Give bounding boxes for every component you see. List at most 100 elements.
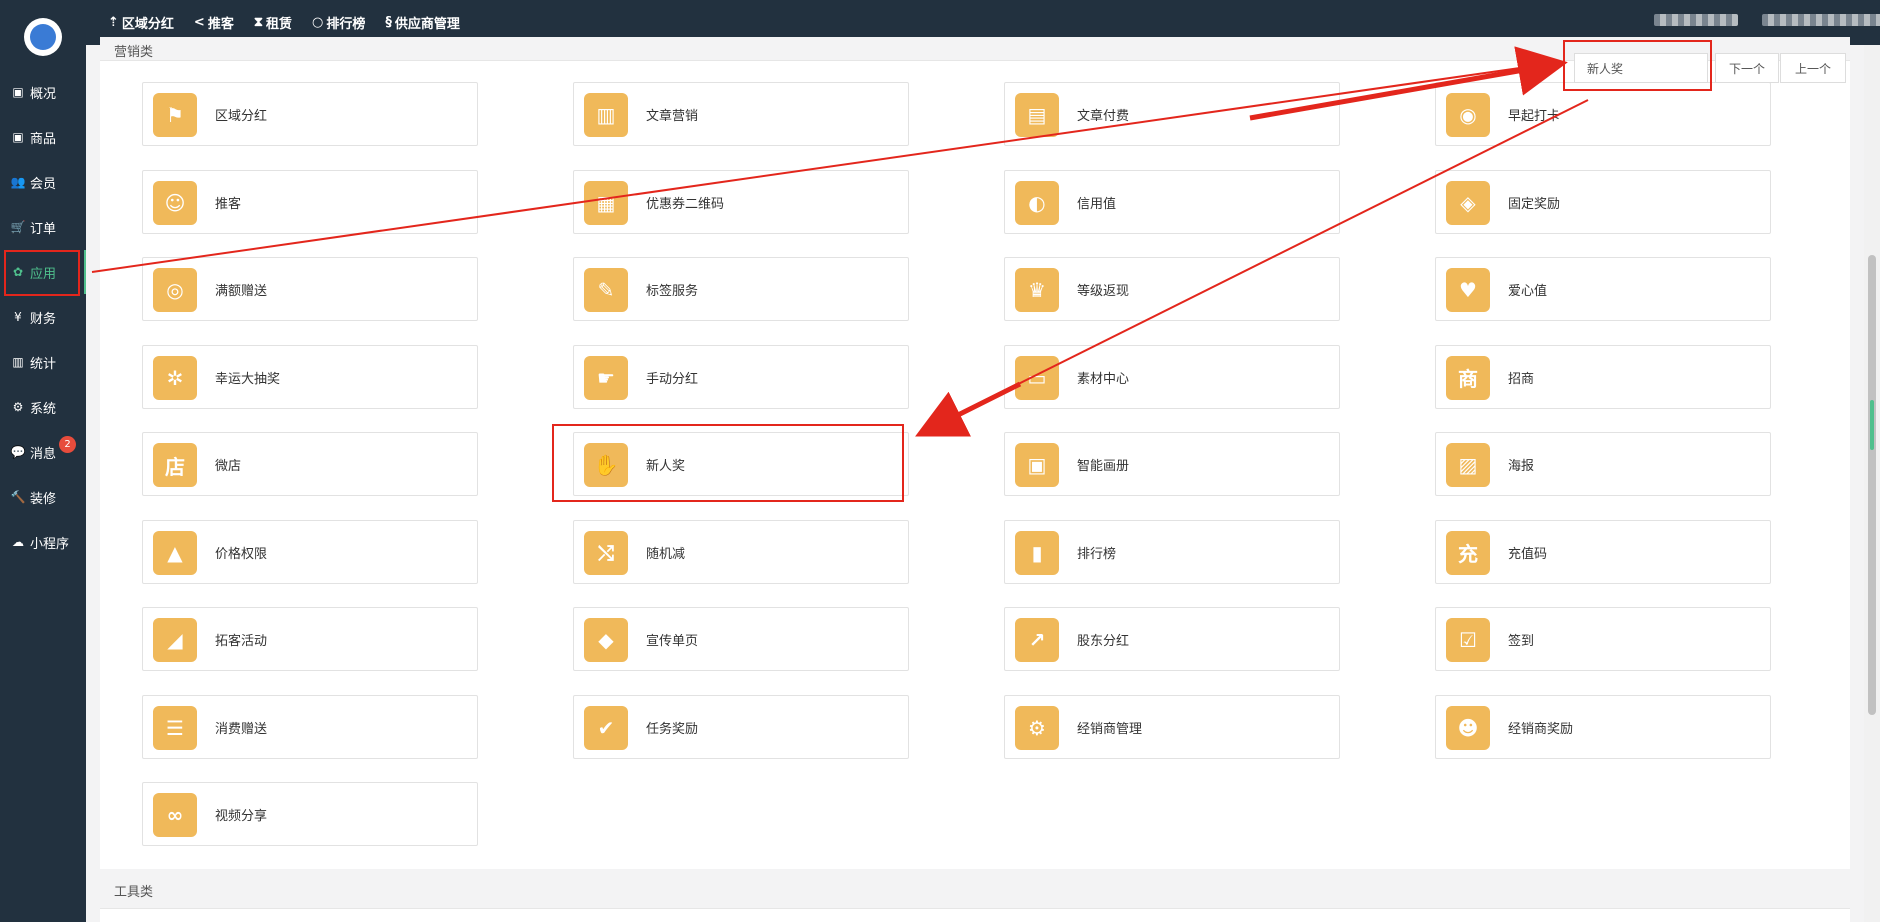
sidebar-item[interactable]: ▣ 商品 — [0, 117, 86, 157]
app-icon: ✔ — [584, 705, 628, 750]
logo[interactable] — [24, 18, 62, 56]
app-card[interactable]: 充 充值码 — [1435, 519, 1771, 584]
top-nav-label: 推客 — [207, 17, 234, 32]
app-label: 排行榜 — [1077, 546, 1117, 562]
sidebar: ▣ 概况 ▣ 商品 👥 会员 🛒 订单 ✿ 应用 ¥ 财务 ▥ 统计 ⚙ 系统 💬 消息 2 🔨 装修 ☁ 小程序 — [0, 0, 87, 922]
app-icon: ⚙ — [1015, 705, 1059, 750]
prev-button[interactable]: 上一个 — [1780, 53, 1846, 83]
app-label: 海报 — [1508, 459, 1535, 474]
app-card[interactable]: ▮ 排行榜 — [1004, 519, 1340, 584]
top-nav-icon: < — [193, 15, 205, 30]
app-card[interactable]: 商 招商 — [1435, 344, 1771, 409]
app-card[interactable]: 店 微店 — [142, 432, 478, 496]
sidebar-item[interactable]: 👥 会员 — [0, 162, 86, 202]
app-label: 满额赠送 — [215, 284, 268, 299]
app-card[interactable]: ◐ 信用值 — [1004, 169, 1340, 234]
user-info-blurred[interactable] — [1654, 14, 1738, 26]
sidebar-item-icon: ▥ — [12, 355, 24, 369]
sidebar-item-label: 商品 — [30, 131, 57, 147]
app-label: 任务奖励 — [646, 721, 699, 737]
app-card[interactable]: ▲ 价格权限 — [142, 519, 478, 584]
app-icon: ▨ — [1446, 443, 1490, 487]
app-card[interactable]: ◆ 宣传单页 — [573, 607, 909, 671]
sidebar-item[interactable]: ☁ 小程序 — [0, 522, 86, 562]
app-card[interactable]: ◈ 固定奖励 — [1435, 169, 1771, 234]
app-icon: ♥ — [1446, 268, 1490, 312]
app-icon: ◢ — [153, 618, 197, 662]
sidebar-item[interactable]: ▣ 概况 — [0, 72, 86, 112]
app-card[interactable]: ☑ 签到 — [1435, 607, 1771, 671]
top-nav-item[interactable]: < 推客 — [194, 13, 234, 32]
sidebar-item[interactable]: ⚙ 系统 — [0, 387, 86, 427]
app-card[interactable]: ▨ 海报 — [1435, 432, 1771, 496]
sidebar-item-label: 小程序 — [30, 536, 70, 552]
app-icon: ◎ — [153, 268, 197, 312]
app-card[interactable]: ∞ 视频分享 — [142, 782, 478, 846]
app-card[interactable]: ☰ 消费赠送 — [142, 694, 478, 759]
app-label: 等级返现 — [1077, 284, 1130, 299]
app-label: 微店 — [215, 459, 242, 474]
sidebar-item[interactable]: ✿ 应用 — [0, 252, 86, 292]
sidebar-item[interactable]: 💬 消息 2 — [0, 432, 86, 472]
app-label: 推客 — [215, 196, 242, 212]
app-label: 标签服务 — [646, 284, 699, 299]
app-card[interactable]: ✲ 幸运大抽奖 — [142, 344, 478, 409]
app-card[interactable]: ↗ 股东分红 — [1004, 607, 1340, 671]
top-nav-item[interactable]: ⧗ 租赁 — [254, 13, 292, 32]
sidebar-item-icon: 💬 — [10, 445, 26, 459]
app-icon: ▮ — [1015, 530, 1059, 575]
app-label: 文章营销 — [646, 109, 699, 124]
top-nav-label: 租赁 — [265, 17, 292, 32]
sidebar-item[interactable]: ¥ 财务 — [0, 297, 86, 337]
page-scrollbar[interactable] — [1864, 45, 1880, 922]
app-card[interactable]: ⤭ 随机减 — [573, 519, 909, 584]
app-label: 早起打卡 — [1508, 109, 1561, 124]
sidebar-item[interactable]: ▥ 统计 — [0, 342, 86, 382]
app-card[interactable]: ◉ 早起打卡 — [1435, 82, 1771, 146]
top-nav-icon: § — [385, 15, 392, 30]
app-card[interactable]: ▦ 优惠券二维码 — [573, 169, 909, 234]
sidebar-item-label: 消息 — [30, 446, 57, 462]
app-card[interactable]: ✔ 任务奖励 — [573, 694, 909, 759]
app-icon: ▥ — [584, 93, 628, 137]
top-nav-item[interactable]: § 供应商管理 — [385, 13, 460, 32]
app-label: 固定奖励 — [1508, 196, 1561, 212]
app-card[interactable]: ▥ 文章营销 — [573, 82, 909, 146]
account-info-blurred[interactable] — [1762, 14, 1880, 26]
app-card[interactable]: ▣ 智能画册 — [1004, 432, 1340, 496]
app-card[interactable]: ☛ 手动分红 — [573, 344, 909, 409]
sidebar-item[interactable]: 🛒 订单 — [0, 207, 86, 247]
top-nav-item[interactable]: ⇡ 区域分红 — [108, 13, 174, 32]
sidebar-item-icon: ▣ — [12, 130, 24, 144]
app-card[interactable]: ☺ 推客 — [142, 169, 478, 234]
app-card[interactable]: ♥ 爱心值 — [1435, 257, 1771, 321]
sidebar-item[interactable]: 🔨 装修 — [0, 477, 86, 517]
next-button[interactable]: 下一个 — [1715, 53, 1779, 83]
app-icon: ∞ — [153, 793, 197, 837]
app-label: 区域分红 — [215, 109, 268, 124]
app-card[interactable]: ✋ 新人奖 — [573, 432, 909, 496]
app-label: 经销商管理 — [1077, 721, 1143, 737]
app-icon: ◈ — [1446, 180, 1490, 225]
app-icon: ✋ — [584, 443, 628, 487]
sidebar-item-icon: ¥ — [14, 310, 22, 324]
app-card[interactable]: ♛ 等级返现 — [1004, 257, 1340, 321]
app-label: 随机减 — [646, 546, 686, 562]
scroll-thumb[interactable] — [1868, 255, 1876, 715]
app-label: 充值码 — [1508, 546, 1548, 562]
app-label: 经销商奖励 — [1508, 721, 1574, 737]
app-search-input[interactable] — [1574, 53, 1708, 83]
app-card[interactable]: ◎ 满额赠送 — [142, 257, 478, 321]
top-nav-item[interactable]: ○ 排行榜 — [312, 13, 365, 32]
app-label: 签到 — [1508, 634, 1535, 649]
app-card[interactable]: ⚑ 区域分红 — [142, 82, 478, 146]
app-card[interactable]: ◢ 拓客活动 — [142, 607, 478, 671]
app-card[interactable]: ✎ 标签服务 — [573, 257, 909, 321]
app-card[interactable]: ☻ 经销商奖励 — [1435, 694, 1771, 759]
sidebar-item-icon: ✿ — [12, 265, 24, 279]
app-card[interactable]: ⚙ 经销商管理 — [1004, 694, 1340, 759]
sidebar-item-icon: 🔨 — [10, 490, 26, 504]
app-card[interactable]: ▭ 素材中心 — [1004, 344, 1340, 409]
sidebar-item-icon: ⚙ — [12, 400, 24, 414]
app-card[interactable]: ▤ 文章付费 — [1004, 82, 1340, 146]
